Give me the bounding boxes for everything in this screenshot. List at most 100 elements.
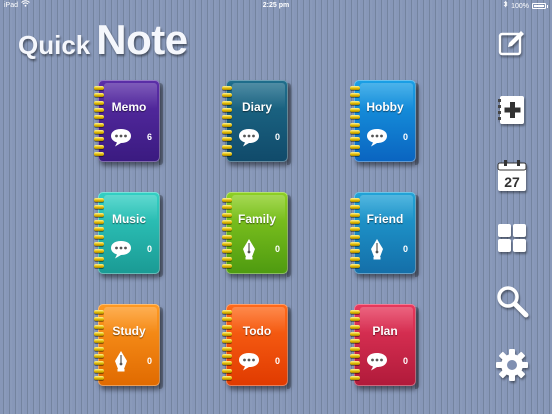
- notebook-label: Family: [237, 212, 276, 226]
- spiral-ring: [94, 361, 104, 366]
- spiral-ring: [222, 263, 232, 268]
- spiral-ring: [222, 256, 232, 261]
- speech-bubble-icon: [366, 350, 388, 372]
- spiral-ring: [94, 241, 104, 246]
- spiral-ring: [222, 353, 232, 358]
- spiral-ring: [94, 144, 104, 149]
- spiral-ring: [350, 346, 360, 351]
- speech-bubble-icon: [238, 126, 260, 148]
- notebook-diary[interactable]: Diary 0: [222, 80, 291, 165]
- add-note-button[interactable]: [494, 92, 530, 128]
- notebook-label: Diary: [241, 100, 273, 114]
- spiral-ring: [222, 317, 232, 322]
- notebook-count: 0: [146, 244, 152, 254]
- spiral-ring: [94, 86, 104, 90]
- spiral-ring: [222, 86, 232, 90]
- spiral-ring: [350, 137, 360, 142]
- spiral-ring: [94, 137, 104, 142]
- notebook-count: 0: [402, 356, 408, 366]
- spiral-binding: [94, 86, 104, 156]
- spiral-ring: [222, 375, 232, 380]
- notebook-count: 0: [402, 132, 408, 142]
- notebook-count: 0: [274, 132, 280, 142]
- fountain-pen-icon: [110, 350, 132, 372]
- notebook-study[interactable]: Study 0: [94, 304, 163, 389]
- spiral-ring: [350, 361, 360, 366]
- spiral-ring: [350, 339, 360, 344]
- notebook-memo[interactable]: Memo 6: [94, 80, 163, 165]
- spiral-ring: [222, 346, 232, 351]
- spiral-ring: [94, 151, 104, 156]
- spiral-ring: [350, 129, 360, 134]
- spiral-ring: [94, 93, 104, 98]
- notebook-label: Hobby: [366, 100, 404, 114]
- spiral-binding: [350, 198, 360, 268]
- spiral-ring: [94, 375, 104, 380]
- spiral-ring: [350, 115, 360, 120]
- grid-icon: [498, 224, 526, 252]
- notebook-music[interactable]: Music 0: [94, 192, 163, 277]
- spiral-ring: [350, 151, 360, 156]
- spiral-ring: [222, 241, 232, 246]
- compose-button[interactable]: [494, 26, 530, 62]
- spiral-ring: [222, 93, 232, 98]
- spiral-ring: [350, 368, 360, 373]
- spiral-ring: [222, 234, 232, 239]
- spiral-ring: [350, 310, 360, 314]
- spiral-ring: [350, 205, 360, 210]
- spiral-binding: [222, 198, 232, 268]
- spiral-ring: [350, 263, 360, 268]
- notebook-plan[interactable]: Plan 0: [350, 304, 419, 389]
- spiral-ring: [94, 263, 104, 268]
- spiral-ring: [222, 129, 232, 134]
- spiral-ring: [222, 144, 232, 149]
- spiral-ring: [350, 249, 360, 254]
- notebook-label: Memo: [111, 100, 147, 114]
- spiral-ring: [350, 227, 360, 232]
- spiral-ring: [222, 310, 232, 314]
- fountain-pen-icon: [366, 238, 388, 260]
- speech-bubble-icon: [238, 350, 260, 372]
- spiral-ring: [350, 256, 360, 261]
- notebook-count: 6: [146, 132, 152, 142]
- gear-icon: [496, 349, 528, 381]
- notebook-friend[interactable]: Friend 0: [350, 192, 419, 277]
- spiral-ring: [94, 227, 104, 232]
- search-button[interactable]: [494, 283, 530, 319]
- spiral-ring: [94, 346, 104, 351]
- status-bar: iPad 2:25 pm 100%: [0, 0, 552, 11]
- notebook-label: Friend: [366, 212, 404, 226]
- notebook-hobby[interactable]: Hobby 0: [350, 80, 419, 165]
- spiral-ring: [94, 122, 104, 127]
- speech-bubble-icon: [366, 126, 388, 148]
- spiral-ring: [222, 137, 232, 142]
- spiral-ring: [222, 115, 232, 120]
- spiral-ring: [222, 361, 232, 366]
- notebook-family[interactable]: Family 0: [222, 192, 291, 277]
- app-title-quick: Quick: [18, 30, 91, 60]
- spiral-ring: [94, 249, 104, 254]
- spiral-ring: [222, 205, 232, 210]
- calendar-button[interactable]: 27: [494, 158, 530, 194]
- spiral-ring: [222, 198, 232, 202]
- spiral-binding: [222, 86, 232, 156]
- grid-view-button[interactable]: [494, 220, 530, 256]
- notebook-label: Music: [111, 212, 146, 226]
- spiral-ring: [94, 198, 104, 202]
- spiral-ring: [94, 368, 104, 373]
- spiral-ring: [222, 368, 232, 373]
- spiral-ring: [222, 249, 232, 254]
- app-title-note: Note: [96, 16, 188, 63]
- notebook-todo[interactable]: Todo 0: [222, 304, 291, 389]
- speech-bubble-icon: [110, 238, 132, 260]
- spiral-ring: [94, 310, 104, 314]
- speech-bubble-icon: [110, 126, 132, 148]
- spiral-ring: [350, 93, 360, 98]
- settings-button[interactable]: [494, 347, 530, 383]
- spiral-ring: [222, 339, 232, 344]
- battery-percent: 100%: [511, 2, 529, 10]
- spiral-ring: [94, 256, 104, 261]
- spiral-binding: [94, 310, 104, 380]
- spiral-ring: [222, 227, 232, 232]
- fountain-pen-icon: [238, 238, 260, 260]
